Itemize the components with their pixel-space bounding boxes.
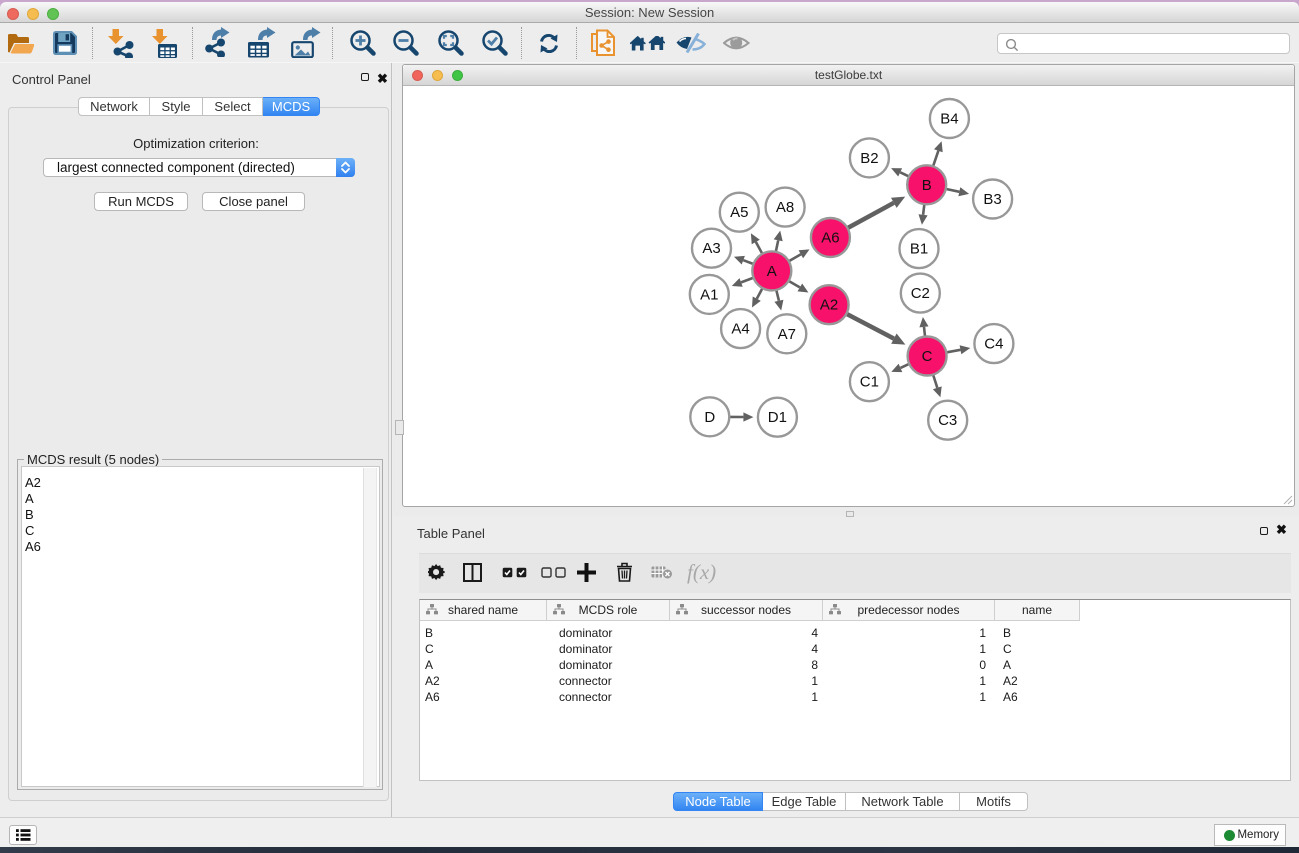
svg-text:B1: B1 (910, 241, 928, 258)
svg-text:A1: A1 (700, 286, 718, 303)
svg-text:A8: A8 (776, 199, 794, 216)
svg-text:B3: B3 (983, 191, 1001, 208)
svg-text:A4: A4 (731, 321, 749, 338)
svg-text:D1: D1 (768, 409, 787, 426)
svg-text:C2: C2 (911, 285, 930, 302)
svg-text:A5: A5 (730, 204, 748, 221)
svg-text:A7: A7 (778, 326, 796, 343)
svg-text:D: D (704, 409, 715, 426)
svg-text:A3: A3 (702, 240, 720, 257)
svg-text:B: B (922, 177, 932, 194)
svg-text:C: C (922, 348, 933, 365)
svg-text:A: A (767, 263, 777, 280)
svg-text:B4: B4 (940, 111, 958, 128)
svg-text:C4: C4 (984, 336, 1003, 353)
svg-text:C1: C1 (860, 374, 879, 391)
svg-text:A6: A6 (821, 230, 839, 247)
svg-text:B2: B2 (860, 150, 878, 167)
svg-text:A2: A2 (820, 297, 838, 314)
svg-text:C3: C3 (938, 412, 957, 429)
